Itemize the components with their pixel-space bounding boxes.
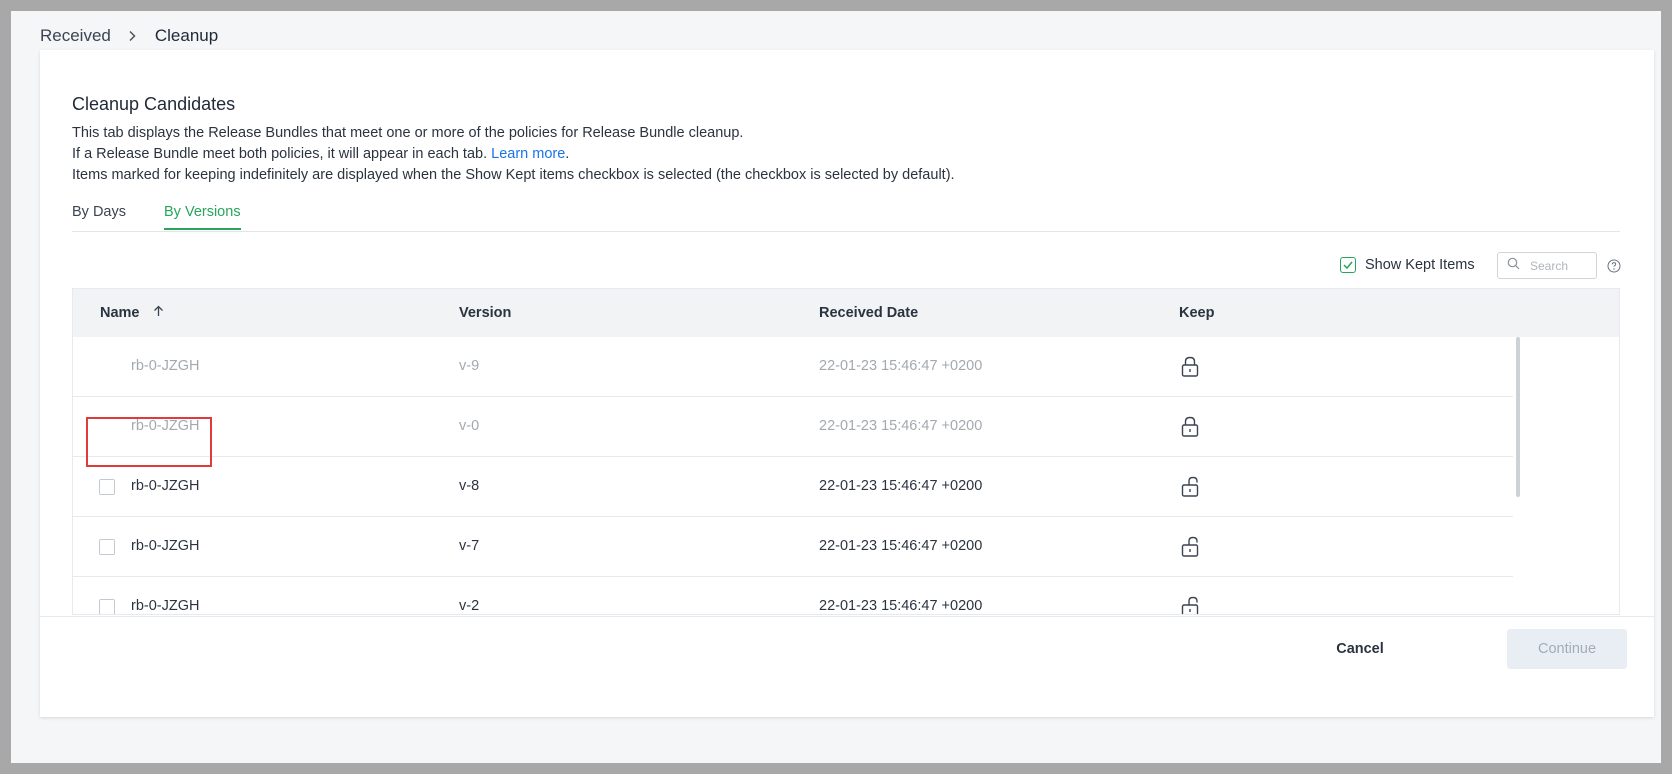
table-body: rb-0-JZGH v-9 22-01-23 15:46:47 +0200 rb…	[73, 337, 1619, 614]
column-header-name[interactable]: Name	[100, 305, 164, 321]
description-line-2-text: If a Release Bundle meet both policies, …	[72, 146, 492, 162]
description-line-2: If a Release Bundle meet both policies, …	[72, 144, 955, 165]
search-icon	[1507, 257, 1520, 275]
lock-open-icon[interactable]	[1179, 595, 1201, 614]
row-version: v-2	[459, 598, 480, 614]
panel-description: This tab displays the Release Bundles th…	[72, 123, 955, 186]
row-received-date: 22-01-23 15:46:47 +0200	[819, 478, 983, 494]
show-kept-items-toggle[interactable]: Show Kept Items	[1340, 257, 1475, 273]
continue-button[interactable]: Continue	[1507, 629, 1627, 669]
table-header: Name Version Received Date Keep	[73, 289, 1619, 337]
learn-more-link[interactable]: Learn more	[491, 146, 565, 162]
search-box[interactable]	[1497, 252, 1597, 279]
cleanup-window: Received Cleanup Cleanup Candidates This…	[11, 11, 1661, 763]
row-name: rb-0-JZGH	[131, 478, 200, 494]
description-line-3: Items marked for keeping indefinitely ar…	[72, 167, 955, 183]
row-select-checkbox[interactable]	[99, 479, 115, 495]
breadcrumb: Received Cleanup	[40, 25, 218, 47]
breadcrumb-received-link[interactable]: Received	[40, 26, 111, 46]
column-header-keep: Keep	[1179, 305, 1215, 321]
table-scrollbar-thumb[interactable]	[1516, 337, 1520, 497]
chevron-right-icon	[125, 28, 141, 44]
table-row[interactable]: rb-0-JZGH v-2 22-01-23 15:46:47 +0200	[73, 577, 1513, 614]
row-name: rb-0-JZGH	[131, 418, 200, 434]
lock-closed-icon[interactable]	[1179, 355, 1201, 379]
cancel-button[interactable]: Cancel	[1320, 630, 1400, 668]
row-version: v-0	[459, 418, 480, 434]
table-row[interactable]: rb-0-JZGH v-8 22-01-23 15:46:47 +0200	[73, 457, 1513, 517]
table-row[interactable]: rb-0-JZGH v-9 22-01-23 15:46:47 +0200	[73, 337, 1513, 397]
tab-bar: By Days By Versions	[72, 199, 1620, 232]
column-header-name-label: Name	[100, 305, 140, 321]
table-row[interactable]: rb-0-JZGH v-0 22-01-23 15:46:47 +0200	[73, 397, 1513, 457]
tab-by-versions[interactable]: By Versions	[164, 204, 241, 230]
search-input[interactable]	[1530, 258, 1590, 273]
panel-title: Cleanup Candidates	[72, 94, 236, 114]
description-line-2-suffix: .	[565, 146, 570, 162]
lock-open-icon[interactable]	[1179, 535, 1201, 559]
column-header-received-date[interactable]: Received Date	[819, 305, 918, 321]
row-select-checkbox[interactable]	[99, 539, 115, 555]
sort-ascending-icon[interactable]	[153, 305, 164, 321]
row-version: v-7	[459, 538, 480, 554]
row-received-date: 22-01-23 15:46:47 +0200	[819, 358, 983, 374]
show-kept-label: Show Kept Items	[1365, 257, 1475, 273]
table-row[interactable]: rb-0-JZGH v-7 22-01-23 15:46:47 +0200	[73, 517, 1513, 577]
row-name: rb-0-JZGH	[131, 358, 200, 374]
breadcrumb-current: Cleanup	[154, 26, 219, 45]
table-scrollbar-track[interactable]	[1514, 337, 1521, 614]
help-icon[interactable]	[1607, 259, 1621, 273]
description-line-1: This tab displays the Release Bundles th…	[72, 125, 744, 141]
row-received-date: 22-01-23 15:46:47 +0200	[819, 418, 983, 434]
row-received-date: 22-01-23 15:46:47 +0200	[819, 598, 983, 614]
row-name: rb-0-JZGH	[131, 538, 200, 554]
footer-divider	[40, 616, 1654, 617]
cleanup-table: Name Version Received Date Keep rb-0-JZG…	[72, 288, 1620, 615]
row-version: v-9	[459, 358, 480, 374]
show-kept-checkbox[interactable]	[1340, 257, 1356, 273]
row-name: rb-0-JZGH	[131, 598, 200, 614]
tab-by-days[interactable]: By Days	[72, 204, 126, 228]
row-select-checkbox[interactable]	[99, 599, 115, 614]
column-header-version[interactable]: Version	[459, 305, 511, 321]
checkmark-icon	[1343, 261, 1353, 269]
row-received-date: 22-01-23 15:46:47 +0200	[819, 538, 983, 554]
cleanup-panel: Cleanup Candidates This tab displays the…	[40, 50, 1654, 717]
lock-closed-icon[interactable]	[1179, 415, 1201, 439]
row-version: v-8	[459, 478, 480, 494]
lock-open-icon[interactable]	[1179, 475, 1201, 499]
